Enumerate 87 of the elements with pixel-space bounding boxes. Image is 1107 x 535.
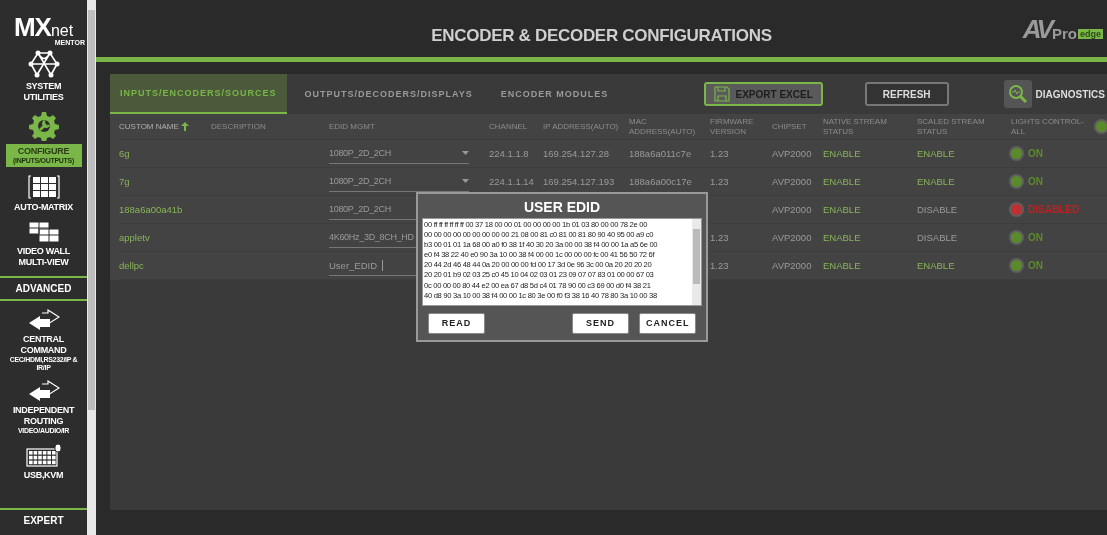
status-text: ENABLE: [917, 260, 955, 271]
name-cell: 7g: [119, 176, 130, 187]
table-cell: AVP2000: [772, 176, 812, 187]
sidebar-item[interactable]: VIDEO WALL MULTI-VIEW: [0, 217, 87, 272]
grid-icon: [27, 175, 60, 199]
status-text: DISABLE: [917, 204, 958, 215]
sidebar-section[interactable]: ADVANCED: [0, 276, 87, 301]
column-header: CHIPSET: [772, 121, 807, 132]
name-cell: 188a6a00a41b: [119, 204, 183, 215]
column-header: DESCRIPTION: [211, 121, 266, 132]
status-dot[interactable]: [1096, 121, 1107, 132]
column-header: MAC ADDRESS(AUTO): [629, 116, 697, 137]
column-header[interactable]: CUSTOM NAME: [119, 121, 189, 132]
light-toggle[interactable]: [1011, 176, 1022, 187]
status-text: ENABLE: [823, 204, 861, 215]
table-cell: 224.1.1.14: [489, 176, 534, 187]
caret-icon: [462, 179, 469, 183]
column-header: IP ADDRESS(AUTO): [543, 121, 619, 132]
arrows-icon: [27, 380, 60, 402]
table-cell: 169.254.127.193: [543, 176, 615, 187]
status-text: ENABLE: [917, 148, 955, 159]
light-toggle[interactable]: [1011, 148, 1022, 159]
gear-icon: [28, 111, 59, 141]
table-cell: 169.254.127.28: [543, 148, 610, 159]
lights-status: ON: [1028, 260, 1043, 271]
light-toggle[interactable]: [1011, 204, 1022, 215]
dialog-button[interactable]: READ: [428, 312, 485, 334]
caret-icon: [462, 151, 469, 155]
save-icon: [713, 86, 730, 102]
dialog-title: USER EDID: [523, 199, 601, 215]
brand-tag: edge: [1078, 29, 1103, 39]
dialog-button[interactable]: SEND: [572, 312, 629, 334]
dialog-button[interactable]: CANCEL: [639, 312, 696, 334]
diagnostics-label: DIAGNOSTICS: [1035, 88, 1105, 100]
sidebar-item[interactable]: SYSTEM UTILITIES: [0, 46, 87, 107]
status-text: DISABLE: [917, 232, 958, 243]
table-cell: 188a6a011c7e: [629, 148, 692, 159]
table-cell: AVP2000: [772, 204, 812, 215]
column-header: NATIVE STREAM STATUS: [823, 116, 888, 137]
column-header: FIRMWARE VERSION: [710, 116, 755, 137]
lights-status: ON: [1028, 232, 1043, 243]
tab[interactable]: OUTPUTS/DECODERS/DISPLAYS: [294, 74, 483, 114]
logo-text: MX: [13, 14, 51, 40]
name-cell: appletv: [119, 232, 150, 243]
edid-textarea[interactable]: [422, 218, 702, 306]
lights-status: ON: [1028, 176, 1043, 187]
column-header: LIGHTS CONTROL-ALL: [1011, 116, 1085, 137]
table-cell: AVP2000: [772, 232, 812, 243]
column-header: EDID MGMT: [329, 121, 375, 132]
video-wall-icon: [27, 221, 60, 243]
refresh-button[interactable]: REFRESH: [864, 82, 949, 106]
table-cell: 224.1.1.8: [489, 148, 529, 159]
light-toggle[interactable]: [1011, 232, 1022, 243]
search-icon: [1007, 84, 1028, 104]
table-cell: 1.23: [710, 148, 729, 159]
scrollbar[interactable]: [692, 219, 701, 305]
tab[interactable]: ENCODER MODULES: [490, 74, 619, 114]
arrows-icon: [27, 309, 60, 331]
status-text: ENABLE: [823, 176, 861, 187]
edid-dropdown[interactable]: 1080P_2D_2CH: [329, 171, 469, 192]
name-cell: 6g: [119, 148, 130, 159]
column-header: CHANNEL: [489, 121, 528, 132]
light-toggle[interactable]: [1011, 260, 1022, 271]
table-cell: 1.23: [710, 176, 729, 187]
status-text: ENABLE: [823, 232, 861, 243]
status-text: ENABLE: [823, 148, 861, 159]
status-text: ENABLE: [823, 260, 861, 271]
lights-status: DISABLED: [1028, 204, 1080, 215]
logo-text: net: [50, 22, 74, 40]
table-cell: 1.23: [710, 232, 729, 243]
edid-dropdown[interactable]: 1080P_2D_2CH: [329, 143, 469, 164]
scrollbar[interactable]: [87, 0, 96, 535]
lights-status: ON: [1028, 148, 1043, 159]
table-cell: AVP2000: [772, 148, 812, 159]
table-cell: 1.23: [710, 260, 729, 271]
sidebar-item[interactable]: AUTO-MATRIX: [0, 171, 87, 217]
name-cell: dellpc: [119, 260, 144, 271]
status-text: ENABLE: [917, 176, 955, 187]
page-title: ENCODER & DECODER CONFIGURATIONS: [431, 25, 772, 46]
table-cell: 188a6a00c17e: [629, 176, 692, 187]
keyboard-icon: [25, 443, 62, 467]
sort-arrow-icon: [180, 122, 189, 131]
network-icon: [26, 50, 61, 78]
diagnostics-button[interactable]: [1003, 80, 1032, 108]
sidebar-item[interactable]: USB,KVM: [0, 439, 87, 485]
table-cell: AVP2000: [772, 260, 812, 271]
column-header: SCALED STREAM STATUS: [917, 116, 986, 137]
